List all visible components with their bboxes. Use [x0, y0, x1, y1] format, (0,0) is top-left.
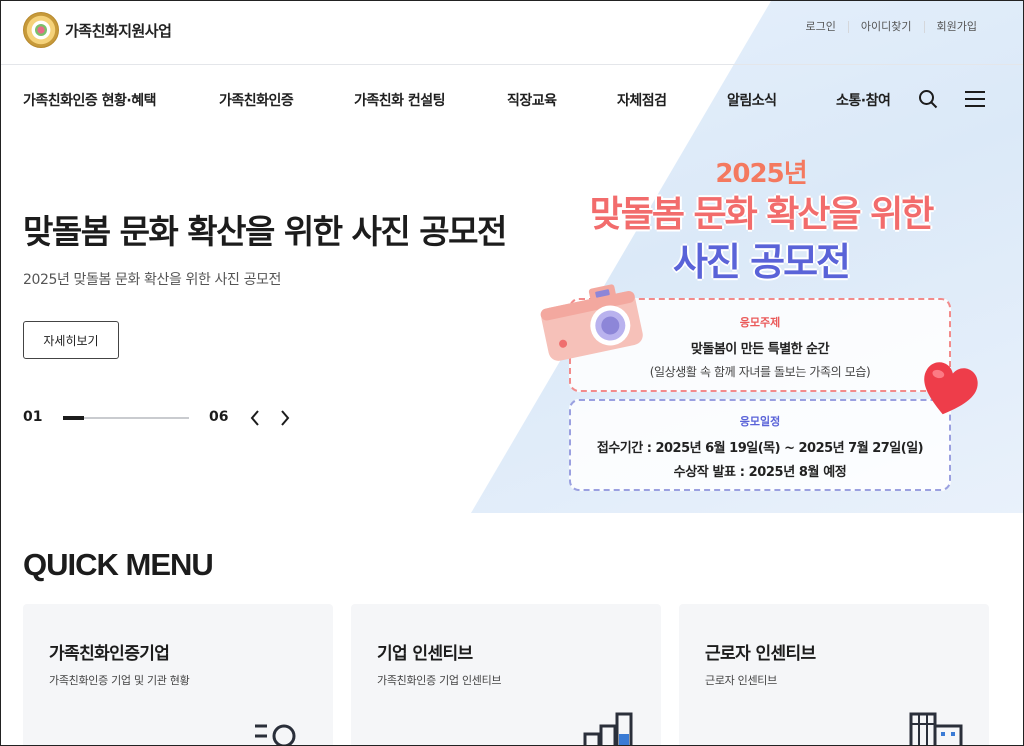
nav-item-community[interactable]: 소통·참여 [836, 90, 891, 110]
main-nav: 가족친화인증 현황·혜택 가족친화인증 가족친화 컨설팅 직장교육 자체점검 알… [1, 65, 1023, 133]
login-link[interactable]: 로그인 [794, 21, 848, 33]
slide-current: 01 [23, 409, 43, 425]
poster-headline-2: 사진 공모전 [672, 240, 851, 284]
quick-menu-card-desc: 가족친화인증 기업 및 기관 현황 [49, 674, 190, 687]
utility-links: 로그인 아이디찾기 회원가입 [794, 21, 989, 33]
building-icon [909, 712, 963, 745]
logo-text: 가족친화지원사업 [65, 21, 172, 40]
page-frame: 가족친화지원사업 로그인 아이디찾기 회원가입 가족친화인증 현황·혜택 가족친… [0, 0, 1024, 746]
quick-menu-card-title: 근로자 인센티브 [705, 644, 816, 664]
top-bar: 가족친화지원사업 로그인 아이디찾기 회원가입 [1, 1, 1023, 65]
quick-menu-card-worker-incentive[interactable]: 근로자 인센티브 근로자 인센티브 [679, 604, 989, 745]
quick-menu-card-desc: 가족친화인증 기업 인센티브 [377, 674, 502, 687]
nav-item-news[interactable]: 알림소식 [727, 90, 777, 110]
hero-title: 맞돌봄 문화 확산을 위한 사진 공모전 [23, 212, 507, 251]
search-icon[interactable] [918, 89, 938, 113]
quick-menu-card-desc: 근로자 인센티브 [705, 674, 777, 687]
nav-item-self-check[interactable]: 자체점검 [617, 90, 667, 110]
logo-emblem-icon [23, 12, 59, 48]
quick-menu-title: QUICK MENU [23, 547, 214, 582]
poster-schedule-period: 접수기간 : 2025년 6월 19일(목) ~ 2025년 7월 27일(일) [596, 441, 924, 456]
nav-item-consulting[interactable]: 가족친화 컨설팅 [354, 90, 446, 110]
poster-theme-desc: (일상생활 속 함께 자녀를 돌보는 가족의 모습) [649, 365, 871, 379]
slide-progress-track [63, 416, 189, 420]
list-search-icon [255, 724, 296, 745]
slide-pager: 01 06 [23, 407, 303, 429]
hero-subtitle: 2025년 맞돌봄 문화 확산을 위한 사진 공모전 [23, 272, 282, 288]
camera-icon [540, 284, 643, 361]
quick-menu-card-certified-companies[interactable]: 가족친화인증기업 가족친화인증 기업 및 기관 현황 [23, 604, 333, 745]
poster-schedule-heading: 응모일정 [739, 415, 781, 428]
quick-menu-card-title: 기업 인센티브 [377, 644, 473, 664]
menu-icon[interactable] [965, 91, 985, 111]
quick-menu-card-title: 가족친화인증기업 [49, 644, 170, 664]
site-logo[interactable]: 가족친화지원사업 [23, 12, 172, 48]
next-slide-button[interactable] [275, 407, 295, 429]
slide-total: 06 [209, 409, 229, 425]
poster-headline-1: 맞돌봄 문화 확산을 위한 [589, 194, 935, 235]
chevron-left-icon [250, 410, 259, 426]
contest-poster[interactable]: 2025년 맞돌봄 문화 확산을 위한 사진 공모전 응모주제 맞돌봄이 만든 … [531, 141, 1011, 511]
chevron-right-icon [281, 410, 290, 426]
find-id-link[interactable]: 아이디찾기 [847, 21, 924, 33]
slide-progress-fill [63, 416, 85, 420]
prev-slide-button[interactable] [245, 407, 265, 429]
signup-link[interactable]: 회원가입 [923, 21, 989, 33]
quick-menu-card-company-incentive[interactable]: 기업 인센티브 가족친화인증 기업 인센티브 [351, 604, 661, 745]
bar-blocks-icon [583, 712, 633, 745]
nav-item-certification-status[interactable]: 가족친화인증 현황·혜택 [23, 90, 157, 110]
nav-item-workplace-education[interactable]: 직장교육 [507, 90, 557, 110]
poster-schedule-announce: 수상작 발표 : 2025년 8월 예정 [673, 465, 847, 480]
poster-schedule-box: 응모일정 접수기간 : 2025년 6월 19일(목) ~ 2025년 7월 2… [569, 399, 951, 491]
heart-icon [924, 362, 978, 415]
nav-item-certification[interactable]: 가족친화인증 [219, 90, 294, 110]
more-details-button[interactable]: 자세히보기 [23, 321, 119, 359]
